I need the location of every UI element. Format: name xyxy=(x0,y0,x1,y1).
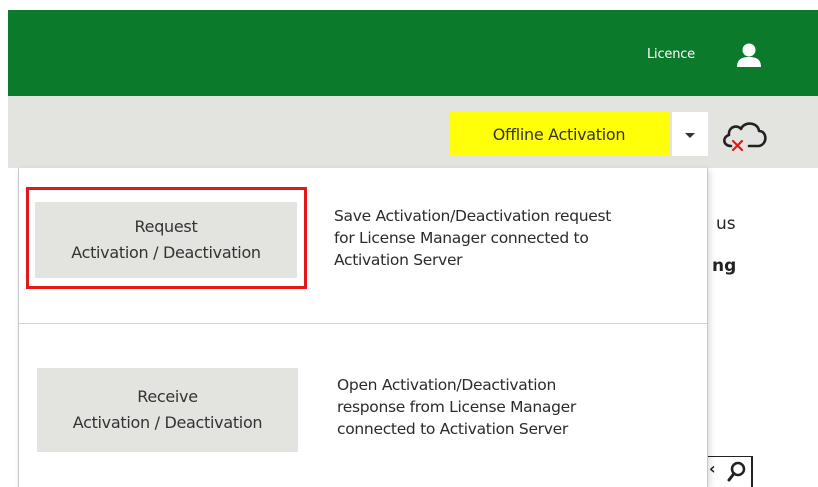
receive-description-line2: response from License Manager xyxy=(337,398,576,416)
offline-activation-label: Offline Activation xyxy=(492,124,626,144)
licence-link[interactable]: Licence xyxy=(647,47,695,62)
request-button-line2: Activation / Deactivation xyxy=(71,243,261,262)
background-text-fragment: us xyxy=(716,214,736,234)
receive-button-line2: Activation / Deactivation xyxy=(72,413,263,432)
user-icon[interactable] xyxy=(734,40,764,70)
request-button-line1: Request xyxy=(134,217,198,236)
request-activation-button[interactable]: Request Activation / Deactivation xyxy=(35,202,297,278)
cloud-disconnected-icon[interactable] xyxy=(718,116,772,156)
background-text-fragment-bold: ng xyxy=(712,256,737,276)
caret-down-icon xyxy=(685,132,695,138)
offline-activation-dropdown: Request Activation / Deactivation Save A… xyxy=(18,168,708,487)
receive-description-line3: connected to Activation Server xyxy=(337,420,568,438)
request-description-line3: Activation Server xyxy=(334,251,463,269)
receive-description-line1: Open Activation/Deactivation xyxy=(337,376,556,394)
header-bar xyxy=(8,10,818,96)
receive-description: Open Activation/Deactivation response fr… xyxy=(337,374,697,440)
background-search-box[interactable]: ‹ xyxy=(706,456,753,487)
menu-divider xyxy=(19,323,707,324)
request-description: Save Activation/Deactivation request for… xyxy=(334,205,694,271)
receive-activation-button[interactable]: Receive Activation / Deactivation xyxy=(37,368,298,452)
activation-dropdown-toggle[interactable] xyxy=(672,112,708,156)
offline-activation-button[interactable]: Offline Activation xyxy=(449,112,669,156)
request-description-line1: Save Activation/Deactivation request xyxy=(334,207,612,225)
search-icon[interactable] xyxy=(727,461,747,483)
clear-icon[interactable]: ‹ xyxy=(709,459,716,478)
request-description-line2: for License Manager connected to xyxy=(334,229,589,247)
receive-button-line1: Receive xyxy=(137,387,198,406)
